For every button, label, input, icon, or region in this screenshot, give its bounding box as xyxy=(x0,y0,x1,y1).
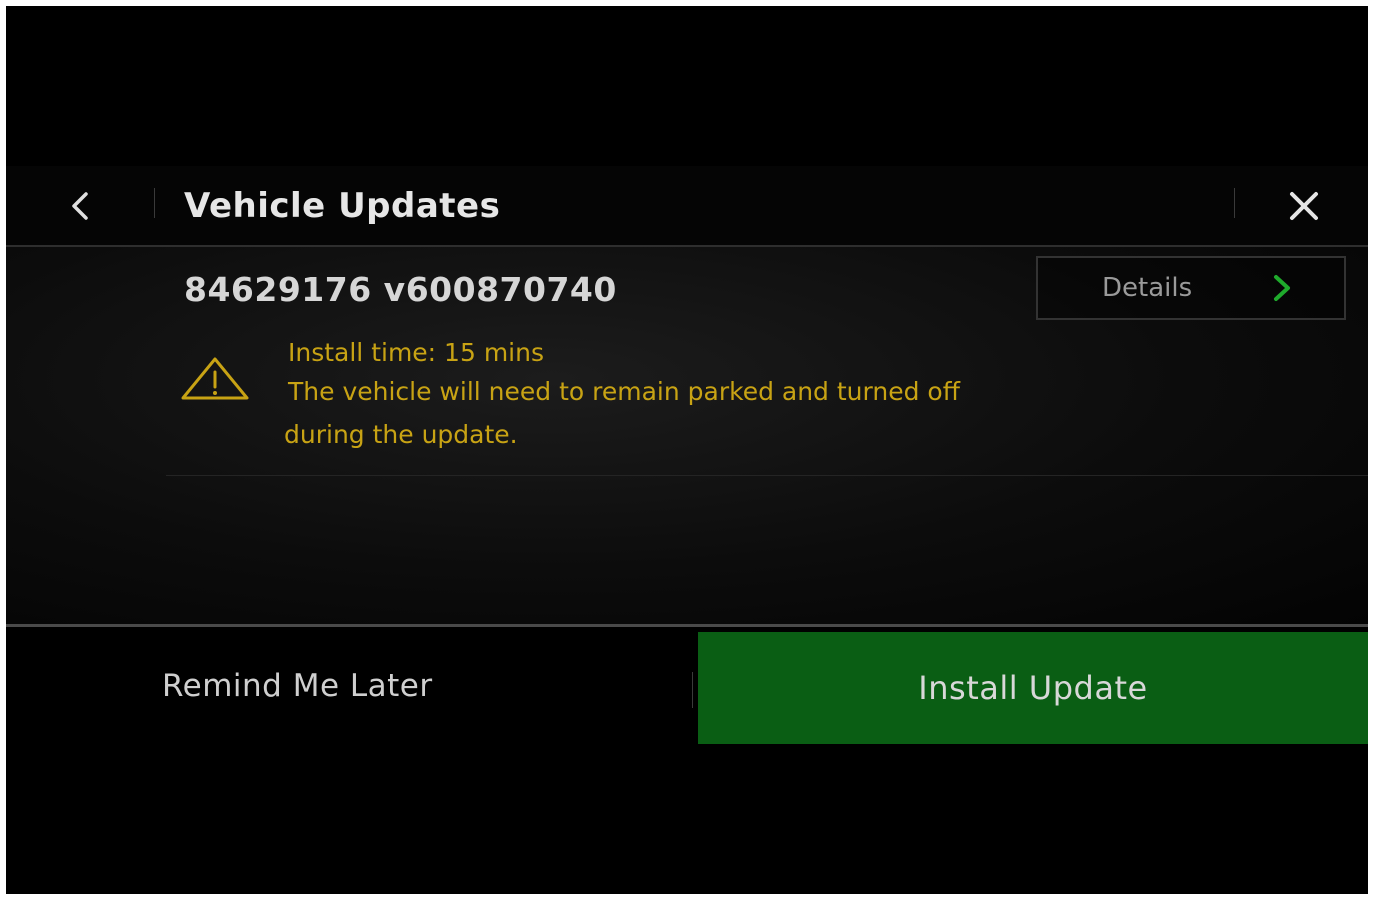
warning-triangle-icon xyxy=(181,357,249,400)
notice-line-2: during the update. xyxy=(284,420,518,449)
chevron-right-icon xyxy=(1274,275,1290,301)
content-divider xyxy=(166,475,1368,476)
details-label: Details xyxy=(1102,273,1193,303)
remind-me-later-button[interactable]: Remind Me Later xyxy=(6,632,692,744)
chevron-left-icon xyxy=(72,192,88,220)
footer-separator xyxy=(692,672,693,708)
back-button[interactable] xyxy=(50,176,110,236)
install-update-label: Install Update xyxy=(918,669,1148,707)
close-button[interactable] xyxy=(1274,176,1334,236)
header-separator-left xyxy=(154,188,155,218)
page-title: Vehicle Updates xyxy=(184,186,501,226)
install-update-button[interactable]: Install Update xyxy=(698,632,1368,744)
header-separator-right xyxy=(1234,188,1235,218)
update-version: 84629176 v600870740 xyxy=(184,270,617,309)
vehicle-updates-screen: Vehicle Updates 84629176 v600870740 Deta… xyxy=(6,6,1368,894)
remind-me-later-label: Remind Me Later xyxy=(162,668,433,704)
install-time-text: Install time: 15 mins xyxy=(288,338,544,367)
details-button[interactable]: Details xyxy=(1036,256,1346,320)
close-icon xyxy=(1290,192,1318,220)
notice-line-1: The vehicle will need to remain parked a… xyxy=(288,377,960,406)
